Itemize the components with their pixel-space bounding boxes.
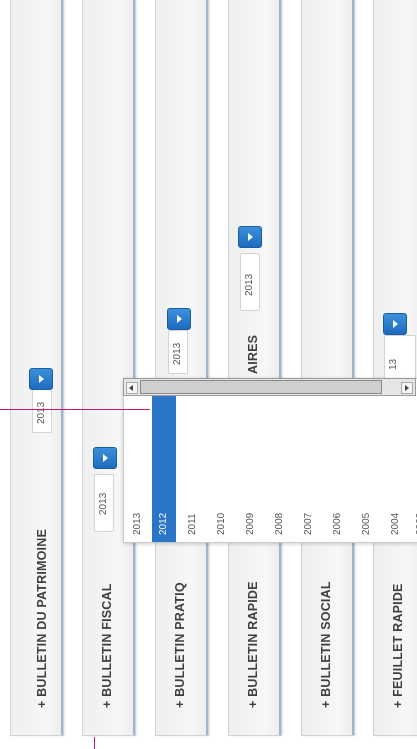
panel-bulletin-du-patrimoine[interactable]: + BULLETIN DU PATRIMOINE 2013 <box>10 0 64 736</box>
play-button[interactable] <box>167 308 191 330</box>
panel-title[interactable]: + BULLETIN DU PATRIMOINE <box>35 529 49 708</box>
year-option[interactable]: 2009 <box>239 381 263 541</box>
year-value: 2013 <box>98 492 109 515</box>
scroll-right-arrow-icon[interactable] <box>401 382 413 394</box>
year-select[interactable]: 2013 <box>240 253 260 311</box>
year-option[interactable]: 2011 <box>181 381 205 541</box>
panel-title-partial: AIRES <box>246 334 260 374</box>
year-select[interactable]: 2013 <box>168 330 188 374</box>
year-option[interactable]: 2006 <box>326 381 350 541</box>
year-option[interactable]: 2013 <box>126 381 150 541</box>
dropdown-scrollbar[interactable] <box>123 378 416 396</box>
panel-title[interactable]: + BULLETIN FISCAL <box>100 583 114 708</box>
panel-edge <box>206 0 208 735</box>
panel-feuillet-rapide[interactable]: + FEUILLET RAPIDE 13 <box>373 0 417 736</box>
year-option[interactable]: 2008 <box>268 381 292 541</box>
guide-line-vertical <box>94 737 95 749</box>
panel-bulletin-social[interactable]: + BULLETIN SOCIAL <box>301 0 355 736</box>
year-option-selected[interactable]: 2012 <box>152 396 176 542</box>
year-option[interactable]: 2003 <box>409 381 417 541</box>
panel-title[interactable]: + BULLETIN RAPIDE <box>246 581 260 708</box>
panel-bulletin-rapide[interactable]: + BULLETIN RAPIDE AIRES 2013 <box>228 0 282 736</box>
year-select[interactable]: 2013 <box>94 474 114 532</box>
year-option[interactable]: 2010 <box>210 381 234 541</box>
year-value: 2013 <box>36 401 47 424</box>
year-option[interactable]: 2007 <box>297 381 321 541</box>
year-value: 13 <box>388 358 399 370</box>
year-value: 2013 <box>172 342 183 365</box>
year-option[interactable]: 2004 <box>384 381 408 541</box>
panel-bulletin-pratique[interactable]: + BULLETIN PRATIQ 2013 <box>155 0 209 736</box>
year-option[interactable]: 2005 <box>355 381 379 541</box>
play-button[interactable] <box>93 447 117 469</box>
scrollbar-thumb[interactable] <box>140 380 382 394</box>
panel-edge <box>279 0 281 735</box>
guide-line-horizontal <box>0 409 150 410</box>
panel-title[interactable]: + BULLETIN PRATIQ <box>173 582 187 708</box>
panel-edge <box>61 0 63 735</box>
panel-title[interactable]: + FEUILLET RAPIDE <box>391 583 405 708</box>
panel-edge <box>133 0 135 735</box>
play-button[interactable] <box>383 313 407 335</box>
panel-title[interactable]: + BULLETIN SOCIAL <box>319 581 333 708</box>
year-select[interactable]: 2013 <box>32 389 52 433</box>
year-dropdown-list[interactable]: 2013 2012 2011 2010 2009 2008 2007 2006 … <box>123 378 417 543</box>
panel-edge <box>352 0 354 735</box>
year-value: 2013 <box>244 273 255 296</box>
panel-bulletin-fiscal[interactable]: + BULLETIN FISCAL 2013 <box>82 0 136 736</box>
play-button[interactable] <box>238 226 262 248</box>
scroll-left-arrow-icon[interactable] <box>126 382 138 394</box>
year-select[interactable]: 13 <box>384 335 416 381</box>
play-button[interactable] <box>29 368 53 390</box>
